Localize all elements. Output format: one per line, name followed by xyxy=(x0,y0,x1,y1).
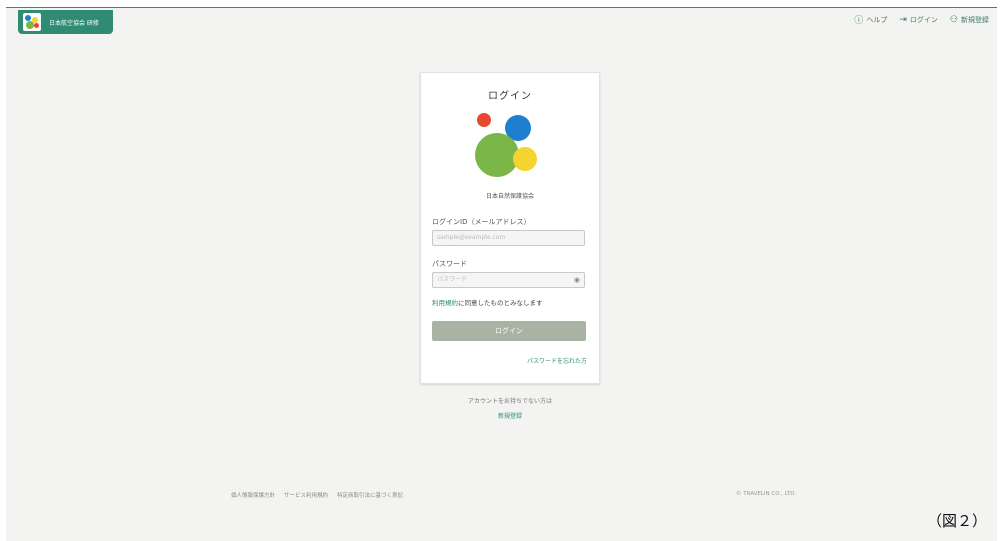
login-card: ログイン 日本自然保護協会 ログインID（メールアドレス） sample@exa… xyxy=(420,72,600,384)
login-id-placeholder: sample@example.com xyxy=(437,234,506,241)
eye-icon[interactable]: ◉ xyxy=(574,273,580,287)
footer-link-terms[interactable]: サービス利用規約 xyxy=(284,491,328,499)
nav-help[interactable]: ⓘ ヘルプ xyxy=(854,13,888,27)
figure-label: （図２） xyxy=(926,512,987,530)
forgot-password-link[interactable]: パスワードを忘れた方 xyxy=(527,356,587,365)
terms-suffix: に同意したものとみなします xyxy=(458,299,543,307)
app-page: 日本航空協会 研修 ⓘ ヘルプ ⇥ ログイン ⚇ 新規登録 ログイン 日本自然保… xyxy=(6,7,997,541)
login-title: ログイン xyxy=(488,91,532,102)
nav-login-label: ログイン xyxy=(909,15,938,24)
footer-link-commerce[interactable]: 特定商取引法に基づく表記 xyxy=(337,491,403,499)
login-button[interactable]: ログイン xyxy=(432,321,586,341)
organization-name: 日本自然保護協会 xyxy=(485,193,534,200)
user-add-icon: ⚇ xyxy=(949,14,958,25)
password-label: パスワード xyxy=(432,260,467,268)
no-account-text: アカウントをお持ちでない方は xyxy=(467,398,552,405)
help-icon: ⓘ xyxy=(854,16,864,26)
organization-logo-icon xyxy=(475,113,545,178)
top-nav: ⓘ ヘルプ ⇥ ログイン ⚇ 新規登録 xyxy=(854,13,989,27)
footer-links: 個人情報保護方針 サービス利用規約 特定商取引法に基づく表記 xyxy=(231,491,403,499)
login-icon: ⇥ xyxy=(899,14,907,25)
brand-logo-icon xyxy=(23,13,41,31)
login-id-label: ログインID（メールアドレス） xyxy=(432,218,531,226)
password-placeholder: パスワード xyxy=(437,276,468,283)
brand-logo-tab[interactable]: 日本航空協会 研修 xyxy=(18,10,113,34)
terms-notice: 利用規約に同意したものとみなします xyxy=(432,297,543,307)
login-id-input[interactable]: sample@example.com xyxy=(432,230,585,246)
nav-help-label: ヘルプ xyxy=(866,15,888,24)
register-prompt: アカウントをお持ちでない方は 新規登録 xyxy=(420,396,600,420)
register-link[interactable]: 新規登録 xyxy=(420,411,600,420)
terms-link[interactable]: 利用規約 xyxy=(432,299,458,307)
brand-name: 日本航空協会 研修 xyxy=(49,19,99,27)
nav-register-label: 新規登録 xyxy=(961,15,989,24)
password-input[interactable]: パスワード ◉ xyxy=(432,272,585,288)
nav-login[interactable]: ⇥ ログイン xyxy=(899,13,938,26)
copyright: © TRAVELIN CO., LTD. xyxy=(736,491,797,497)
footer-link-privacy[interactable]: 個人情報保護方針 xyxy=(231,491,275,499)
nav-register[interactable]: ⚇ 新規登録 xyxy=(950,13,989,26)
